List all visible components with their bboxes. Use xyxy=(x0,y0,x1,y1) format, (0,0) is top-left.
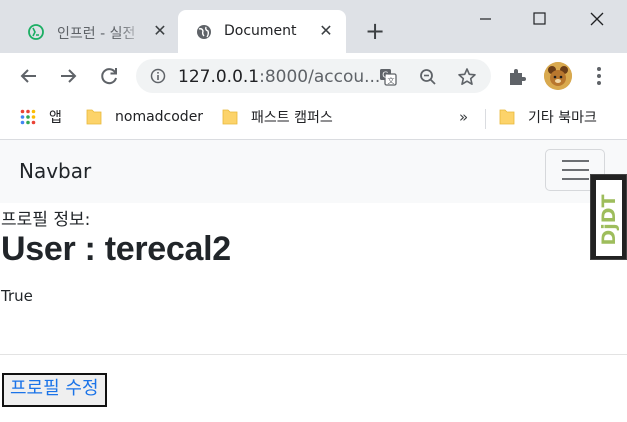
close-window-icon[interactable] xyxy=(582,6,612,32)
browser-toolbar: 127.0.0.1:8000/accou... G 文 xyxy=(0,53,627,99)
tab-close-icon[interactable]: ✕ xyxy=(317,22,335,40)
zoom-out-icon[interactable] xyxy=(418,67,438,87)
url-host: 127.0.0.1 xyxy=(178,67,260,87)
profile-avatar[interactable] xyxy=(544,62,572,90)
bookmark-other[interactable]: 기타 북마크 xyxy=(499,107,597,127)
djdt-logo-text: DjDT xyxy=(598,194,620,246)
maximize-icon[interactable] xyxy=(525,6,555,32)
tab-strip: 인프런 - 실전 ✕ Document ✕ + xyxy=(0,0,627,53)
divider xyxy=(0,354,627,355)
more-menu-icon[interactable] xyxy=(587,64,611,88)
bookmarks-divider xyxy=(485,109,486,129)
extensions-puzzle-icon[interactable] xyxy=(506,64,530,88)
bookmark-label: 앱 xyxy=(49,110,62,126)
url-path: :8000/accou... xyxy=(259,67,381,87)
tab-inflearn[interactable]: 인프런 - 실전 ✕ xyxy=(0,10,178,53)
bookmark-label: 패스트 캠퍼스 xyxy=(251,110,333,126)
reload-icon[interactable] xyxy=(97,64,121,88)
globe-icon xyxy=(197,25,211,39)
bookmarks-overflow-button[interactable]: » xyxy=(459,108,468,126)
bookmark-label: nomadcoder xyxy=(115,109,204,125)
back-arrow-icon[interactable] xyxy=(17,64,41,88)
user-heading: User : terecal2 xyxy=(1,230,231,268)
address-bar[interactable]: 127.0.0.1:8000/accou... G 文 xyxy=(136,59,491,93)
bookmark-star-icon[interactable] xyxy=(457,67,477,87)
profile-info-label: 프로필 정보: xyxy=(1,210,91,230)
bookmarks-bar: 앱 nomadcoder 패스트 캠퍼스 » 기타 북마크 xyxy=(0,99,627,140)
apps-grid-icon xyxy=(20,109,36,125)
edit-profile-button[interactable]: 프로필 수정 xyxy=(2,373,107,407)
folder-icon xyxy=(86,109,102,125)
django-debug-toolbar-handle[interactable]: DjDT xyxy=(590,174,627,260)
bookmark-fastcampus[interactable]: 패스트 캠퍼스 xyxy=(222,107,333,127)
inflearn-favicon-icon xyxy=(28,24,44,40)
hamburger-icon-bar xyxy=(562,178,589,180)
site-info-icon[interactable] xyxy=(150,68,166,84)
djdt-handle-inner: DjDT xyxy=(596,180,622,256)
status-text: True xyxy=(1,287,33,305)
avatar-image xyxy=(544,62,572,90)
tab-title: 인프런 - 실전 xyxy=(57,26,136,42)
hamburger-icon-bar xyxy=(562,169,589,171)
navbar-brand-link[interactable]: Navbar xyxy=(19,159,91,183)
tab-document[interactable]: Document ✕ xyxy=(178,10,346,53)
forward-arrow-icon[interactable] xyxy=(56,64,80,88)
svg-text:文: 文 xyxy=(388,76,395,85)
bookmark-apps[interactable]: 앱 xyxy=(20,107,62,127)
folder-icon xyxy=(499,109,515,125)
tab-close-icon[interactable]: ✕ xyxy=(151,22,169,40)
minimize-icon[interactable] xyxy=(470,6,500,32)
bookmark-label: 기타 북마크 xyxy=(528,110,597,126)
new-tab-button[interactable]: + xyxy=(363,19,387,44)
folder-icon xyxy=(222,109,238,125)
bookmark-nomadcoder[interactable]: nomadcoder xyxy=(86,107,203,127)
translate-icon[interactable]: G 文 xyxy=(378,67,398,87)
site-navbar: Navbar xyxy=(0,140,627,203)
hamburger-icon-bar xyxy=(562,160,589,162)
url-text[interactable]: 127.0.0.1:8000/accou... xyxy=(178,67,380,87)
